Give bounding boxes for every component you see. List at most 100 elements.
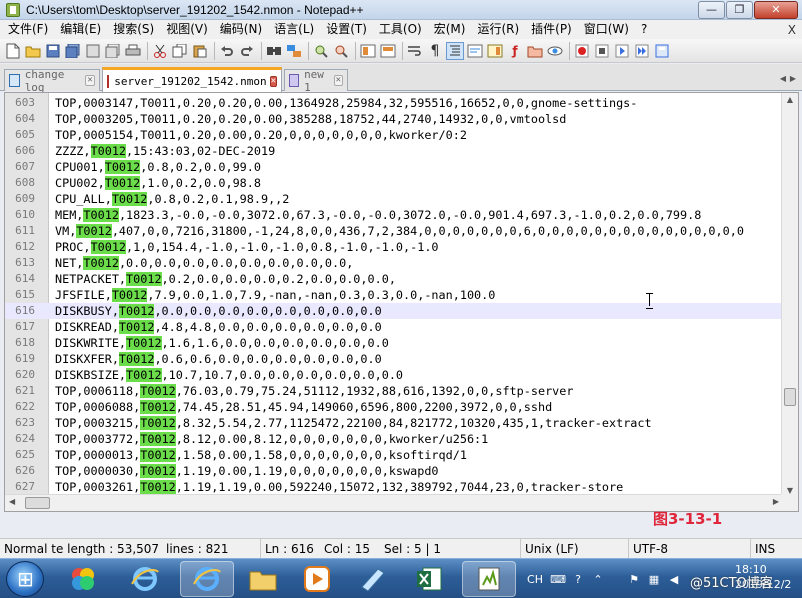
volume-icon[interactable]: ◀	[667, 572, 681, 586]
close-button[interactable]: ✕	[754, 0, 798, 19]
taskbar-excel-icon[interactable]	[402, 561, 456, 597]
find-icon[interactable]	[265, 42, 283, 60]
new-file-icon[interactable]	[4, 42, 22, 60]
tab-new-1[interactable]: new 1 ✕	[284, 68, 348, 94]
editor-line[interactable]: 613 NET,T0012,0.0,0.0,0.0,0.0,0.0,0.0,0.0…	[5, 255, 785, 271]
maximize-button[interactable]: ❐	[726, 0, 753, 19]
run-macro-multiple-icon[interactable]	[633, 42, 651, 60]
close-document-button[interactable]: X	[788, 23, 796, 37]
editor-line[interactable]: 614 NETPACKET,T0012,0.2,0.0,0.0,0.0,0.2,0…	[5, 271, 785, 287]
show-all-chars-icon[interactable]: ¶	[426, 42, 444, 60]
editor-line[interactable]: 626 TOP,0000030,T0012,1.19,0.00,1.19,0,0,…	[5, 463, 785, 479]
tab-scroll-left-icon[interactable]: ◀	[778, 72, 788, 84]
editor-line[interactable]: 619 DISKXFER,T0012,0.6,0.6,0.0,0.0,0.0,0.…	[5, 351, 785, 367]
editor-line[interactable]: 625 TOP,0000013,T0012,1.58,0.00,1.58,0,0,…	[5, 447, 785, 463]
menu-edit[interactable]: 编辑(E)	[54, 20, 107, 39]
editor-line[interactable]: 617 DISKREAD,T0012,4.8,4.8,0.0,0.0,0.0,0.…	[5, 319, 785, 335]
editor-line[interactable]: 618 DISKWRITE,T0012,1.6,1.6,0.0,0.0,0.0,0…	[5, 335, 785, 351]
menu-file[interactable]: 文件(F)	[2, 20, 54, 39]
minimize-button[interactable]: —	[698, 0, 725, 19]
tab-close-icon[interactable]: ✕	[333, 75, 343, 86]
editor-line[interactable]: 615 JFSFILE,T0012,7.9,0.0,1.0,7.9,-nan,-n…	[5, 287, 785, 303]
scroll-left-icon[interactable]: ◀	[9, 497, 15, 506]
replace-icon[interactable]	[285, 42, 303, 60]
editor-line[interactable]: 627 TOP,0003261,T0012,1.19,1.19,0.00,5922…	[5, 479, 785, 495]
taskbar-media-player-icon[interactable]	[290, 561, 344, 597]
record-macro-icon[interactable]	[573, 42, 591, 60]
editor-line[interactable]: 616 DISKBUSY,T0012,0.0,0.0,0.0,0.0,0.0,0.…	[5, 303, 785, 319]
paste-icon[interactable]	[191, 42, 209, 60]
tab-close-icon[interactable]: ✕	[85, 75, 95, 86]
editor-line[interactable]: 603 TOP,0003147,T0011,0.20,0.20,0.00,1364…	[5, 95, 785, 111]
menu-macro[interactable]: 宏(M)	[428, 20, 472, 39]
word-wrap-icon[interactable]	[406, 42, 424, 60]
network-icon[interactable]: ▦	[647, 572, 661, 586]
taskbar-ie-icon[interactable]	[118, 561, 172, 597]
vertical-scroll-thumb[interactable]	[784, 388, 796, 406]
save-macro-icon[interactable]	[653, 42, 671, 60]
user-language-icon[interactable]	[466, 42, 484, 60]
editor-line[interactable]: 622 TOP,0006088,T0012,74.45,28.51,45.94,1…	[5, 399, 785, 415]
indent-guide-icon[interactable]	[446, 41, 464, 60]
copy-icon[interactable]	[171, 42, 189, 60]
tab-server-nmon[interactable]: server_191202_1542.nmon ✕	[102, 67, 282, 92]
taskbar-app-360-icon[interactable]	[56, 561, 110, 597]
security-alert-icon[interactable]: ⚑	[627, 572, 641, 586]
taskbar-ie-active-icon[interactable]	[180, 561, 234, 597]
menu-search[interactable]: 搜索(S)	[107, 20, 160, 39]
editor-line[interactable]: 604 TOP,0003205,T0011,0.20,0.20,0.00,3852…	[5, 111, 785, 127]
menu-tools[interactable]: 工具(O)	[373, 20, 428, 39]
zoom-in-icon[interactable]	[312, 42, 330, 60]
editor-line[interactable]: 620 DISKBSIZE,T0012,10.7,10.7,0.0,0.0,0.0…	[5, 367, 785, 383]
menu-help[interactable]: ?	[635, 20, 653, 39]
tab-change-log[interactable]: change log ✕	[4, 68, 100, 94]
function-list-icon[interactable]: ƒ	[506, 42, 524, 60]
save-icon[interactable]	[44, 42, 62, 60]
scroll-right-icon[interactable]: ▶	[773, 497, 779, 506]
menu-plugins[interactable]: 插件(P)	[525, 20, 578, 39]
print-icon[interactable]	[124, 42, 142, 60]
taskbar-notes-icon[interactable]	[346, 561, 400, 597]
open-folder-icon[interactable]	[24, 42, 42, 60]
text-editor[interactable]: 603 TOP,0003147,T0011,0.20,0.20,0.00,1364…	[4, 92, 799, 512]
document-map-icon[interactable]	[486, 42, 504, 60]
horizontal-scroll-thumb[interactable]	[25, 497, 50, 509]
editor-line[interactable]: 608 CPU002,T0012,1.0,0.2,0.0,98.8	[5, 175, 785, 191]
sync-horizontal-icon[interactable]	[379, 42, 397, 60]
tab-close-icon[interactable]: ✕	[269, 75, 277, 87]
menu-encoding[interactable]: 编码(N)	[214, 20, 268, 39]
keyboard-icon[interactable]: ⌨	[550, 572, 566, 586]
sync-vertical-icon[interactable]	[359, 42, 377, 60]
stop-macro-icon[interactable]	[593, 42, 611, 60]
taskbar-notepadpp-icon[interactable]	[462, 561, 516, 597]
close-all-icon[interactable]	[104, 42, 122, 60]
editor-line[interactable]: 611 VM,T0012,407,0,0,7216,31800,-1,24,8,0…	[5, 223, 785, 239]
save-all-icon[interactable]	[64, 42, 82, 60]
folder-workspace-icon[interactable]	[526, 42, 544, 60]
scroll-up-icon[interactable]: ▲	[785, 95, 795, 104]
editor-line[interactable]: 606 ZZZZ,T0012,15:43:03,02-DEC-2019	[5, 143, 785, 159]
menu-settings[interactable]: 设置(T)	[320, 20, 373, 39]
editor-line[interactable]: 609 CPU_ALL,T0012,0.8,0.2,0.1,98.9,,2	[5, 191, 785, 207]
close-file-icon[interactable]	[84, 42, 102, 60]
ime-indicator[interactable]: CH	[525, 572, 545, 586]
vertical-scrollbar[interactable]: ▲ ▼	[781, 93, 798, 497]
tab-scroll-right-icon[interactable]: ▶	[788, 72, 798, 84]
editor-line[interactable]: 623 TOP,0003215,T0012,8.32,5.54,2.77,1125…	[5, 415, 785, 431]
editor-line[interactable]: 610 MEM,T0012,1823.3,-0.0,-0.0,3072.0,67.…	[5, 207, 785, 223]
menu-language[interactable]: 语言(L)	[268, 20, 320, 39]
play-macro-icon[interactable]	[613, 42, 631, 60]
help-icon[interactable]: ?	[571, 572, 585, 586]
cut-icon[interactable]	[151, 42, 169, 60]
editor-line[interactable]: 605 TOP,0005154,T0011,0.20,0.00,0.20,0,0,…	[5, 127, 785, 143]
taskbar-explorer-icon[interactable]	[236, 561, 290, 597]
editor-line[interactable]: 621 TOP,0006118,T0012,76.03,0.79,75.24,51…	[5, 383, 785, 399]
tray-expand-icon[interactable]: ⌃	[591, 572, 605, 586]
undo-icon[interactable]	[218, 42, 236, 60]
monitoring-icon[interactable]	[546, 42, 564, 60]
menu-window[interactable]: 窗口(W)	[578, 20, 635, 39]
menu-run[interactable]: 运行(R)	[471, 20, 525, 39]
zoom-out-icon[interactable]	[332, 42, 350, 60]
editor-line[interactable]: 624 TOP,0003772,T0012,8.12,0.00,8.12,0,0,…	[5, 431, 785, 447]
menu-view[interactable]: 视图(V)	[160, 20, 214, 39]
